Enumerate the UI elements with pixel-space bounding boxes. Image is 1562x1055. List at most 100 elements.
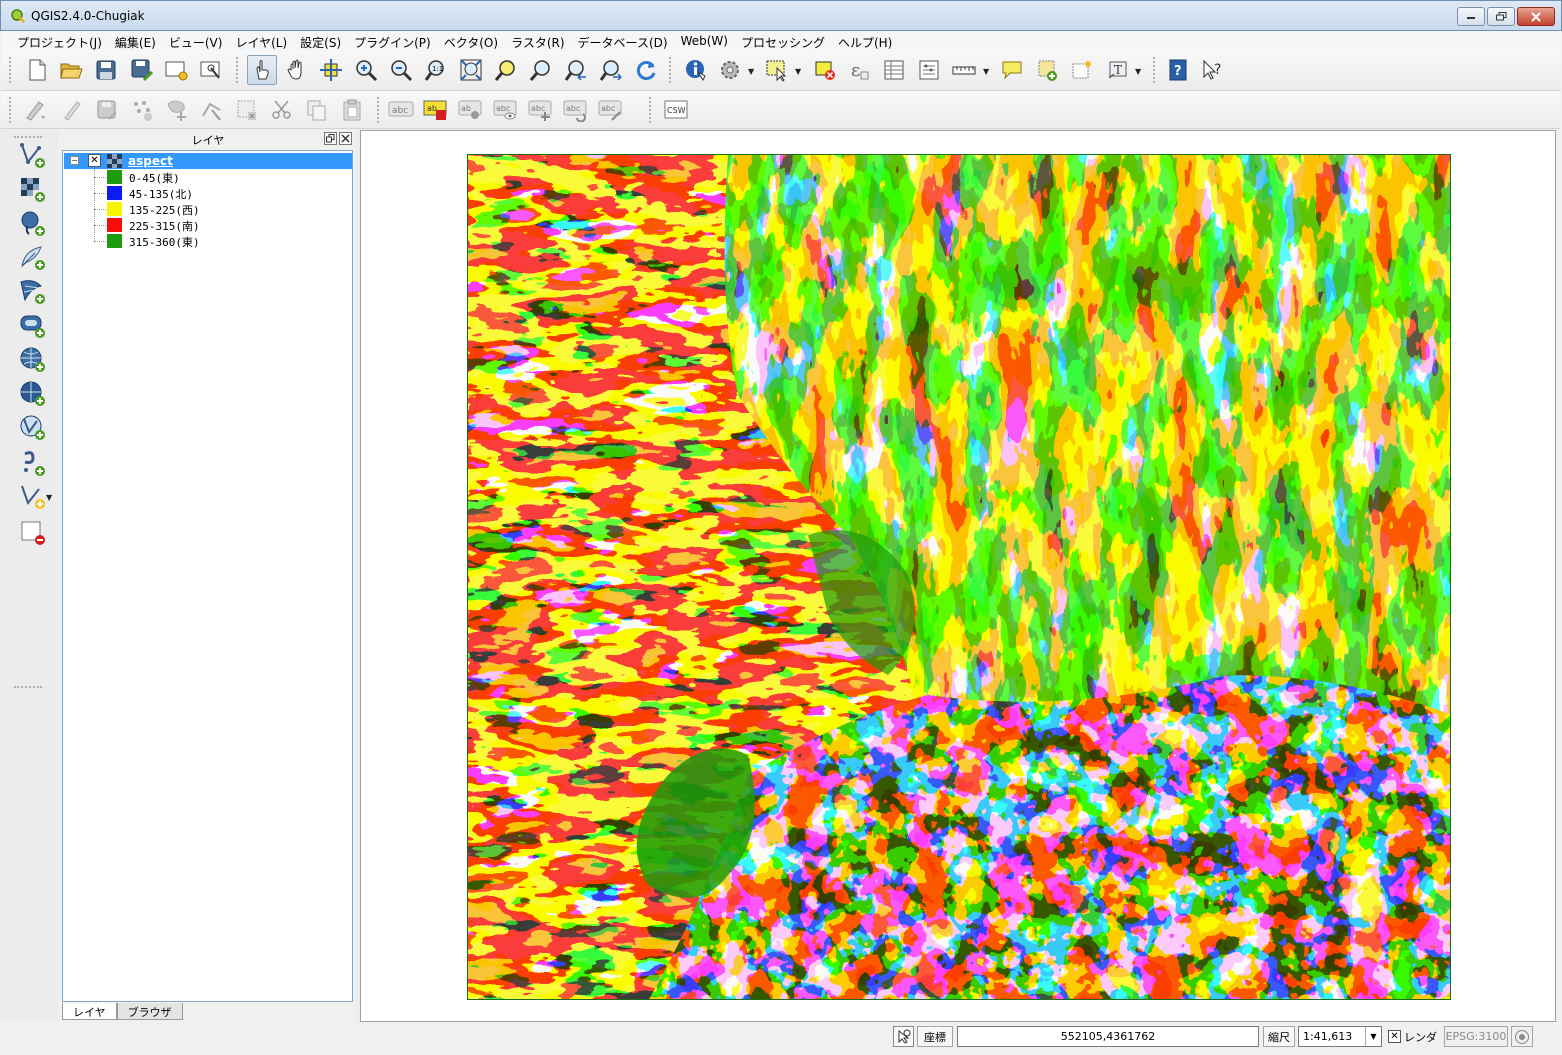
- menu-project[interactable]: プロジェクト(J): [11, 31, 109, 51]
- current-edits-button[interactable]: [21, 95, 51, 125]
- layer-tree[interactable]: − ✕ aspect 0-45(東) 45-135(北) 135-225(西): [62, 150, 353, 1002]
- render-toggle[interactable]: ✕ レンダ: [1388, 1026, 1440, 1047]
- layer-visibility-checkbox[interactable]: ✕: [88, 154, 101, 167]
- coordinate-field[interactable]: 552105,4361762: [957, 1026, 1259, 1047]
- highlight-pinned-labels-button[interactable]: ab: [421, 95, 451, 125]
- menu-raster[interactable]: ラスタ(R): [505, 31, 571, 51]
- crs-status-button[interactable]: EPSG:3100: [1444, 1026, 1508, 1047]
- render-checkbox[interactable]: ✕: [1388, 1030, 1401, 1043]
- new-project-button[interactable]: [22, 55, 52, 85]
- save-project-button[interactable]: [91, 55, 121, 85]
- pan-to-selection-button[interactable]: [316, 55, 346, 85]
- zoom-full-button[interactable]: [456, 55, 486, 85]
- zoom-to-selection-button[interactable]: [491, 55, 521, 85]
- metasearch-csw-button[interactable]: CSW: [661, 95, 691, 125]
- toolbar-grip[interactable]: [377, 97, 380, 123]
- zoom-last-button[interactable]: [561, 55, 591, 85]
- menu-settings[interactable]: 設定(S): [294, 31, 348, 51]
- maximize-button[interactable]: [1487, 7, 1515, 26]
- save-layer-edits-button[interactable]: [92, 95, 122, 125]
- toolbar-grip[interactable]: [14, 136, 42, 139]
- add-vector-layer-button[interactable]: [18, 141, 48, 171]
- show-bookmarks-button[interactable]: [1066, 55, 1096, 85]
- text-annotation-button[interactable]: T: [1103, 55, 1133, 85]
- deselect-features-button[interactable]: [810, 55, 840, 85]
- zoom-to-layer-button[interactable]: [526, 55, 556, 85]
- zoom-next-button[interactable]: [596, 55, 626, 85]
- collapse-toggle[interactable]: −: [70, 156, 79, 165]
- add-oracle-layer-button[interactable]: [18, 311, 48, 341]
- add-wcs-layer-button[interactable]: [18, 379, 48, 409]
- toolbar-grip[interactable]: [9, 97, 12, 123]
- toggle-editing-button[interactable]: [57, 95, 87, 125]
- help-contents-button[interactable]: ?: [1163, 55, 1193, 85]
- copy-features-button[interactable]: [302, 95, 332, 125]
- layer-row-aspect[interactable]: − ✕ aspect: [64, 153, 352, 169]
- pan-map-button[interactable]: [282, 55, 312, 85]
- zoom-out-button[interactable]: [386, 55, 416, 85]
- move-feature-button[interactable]: [162, 95, 192, 125]
- tab-browser[interactable]: ブラウザ: [116, 1003, 183, 1020]
- menu-processing[interactable]: プロセッシング: [735, 31, 832, 51]
- save-as-button[interactable]: [127, 55, 157, 85]
- float-panel-button[interactable]: [324, 132, 337, 145]
- new-print-composer-button[interactable]: [161, 55, 191, 85]
- toolbar-grip[interactable]: [236, 57, 239, 83]
- chevron-down-icon[interactable]: ▼: [1135, 67, 1141, 76]
- action-button[interactable]: [715, 55, 745, 85]
- cut-features-button[interactable]: [267, 95, 297, 125]
- menu-database[interactable]: データベース(D): [572, 31, 675, 51]
- add-wms-layer-button[interactable]: [18, 345, 48, 375]
- remove-layer-button[interactable]: [18, 518, 48, 548]
- scale-combo[interactable]: 1:41,613 ▼: [1298, 1026, 1382, 1047]
- menu-view[interactable]: ビュー(V): [163, 31, 230, 51]
- close-button[interactable]: [1517, 7, 1555, 26]
- zoom-in-button[interactable]: [351, 55, 381, 85]
- coordinate-capture-toggle[interactable]: [893, 1026, 914, 1047]
- identify-features-button[interactable]: [681, 55, 711, 85]
- toolbar-grip[interactable]: [9, 57, 12, 83]
- messages-button[interactable]: [1511, 1026, 1533, 1047]
- select-features-button[interactable]: [762, 55, 792, 85]
- menu-web[interactable]: Web(W): [675, 31, 735, 51]
- paste-features-button[interactable]: [337, 95, 367, 125]
- change-label-button[interactable]: abc: [596, 95, 626, 125]
- open-project-button[interactable]: [56, 55, 86, 85]
- zoom-native-resolution-button[interactable]: 1:1: [421, 55, 451, 85]
- toolbar-grip[interactable]: [1153, 57, 1156, 83]
- layer-labeling-button[interactable]: abc: [386, 95, 416, 125]
- measure-line-button[interactable]: [949, 55, 979, 85]
- add-delimited-text-layer-button[interactable]: [18, 449, 48, 479]
- menu-help[interactable]: ヘルプ(H): [832, 31, 899, 51]
- menu-vector[interactable]: ベクタ(O): [438, 31, 505, 51]
- chevron-down-icon[interactable]: ▼: [748, 67, 754, 76]
- layer-name[interactable]: aspect: [128, 154, 173, 168]
- refresh-button[interactable]: [631, 55, 661, 85]
- show-hide-labels-button[interactable]: abc: [491, 95, 521, 125]
- add-postgis-layer-button[interactable]: [18, 209, 48, 239]
- pin-unpin-labels-button[interactable]: ab: [456, 95, 486, 125]
- touch-zoom-pan-button[interactable]: [247, 55, 277, 85]
- toolbar-grip[interactable]: [669, 57, 672, 83]
- add-feature-button[interactable]: [127, 95, 157, 125]
- statistical-summary-button[interactable]: [914, 55, 944, 85]
- add-mssql-layer-button[interactable]: [18, 277, 48, 307]
- chevron-down-icon[interactable]: ▼: [46, 493, 52, 502]
- tab-layers[interactable]: レイヤ: [62, 1003, 117, 1020]
- add-spatialite-layer-button[interactable]: [18, 243, 48, 273]
- composer-manager-button[interactable]: [196, 55, 226, 85]
- toolbar-grip[interactable]: [649, 97, 652, 123]
- add-raster-layer-button[interactable]: [18, 175, 48, 205]
- node-tool-button[interactable]: [197, 95, 227, 125]
- new-bookmark-button[interactable]: [1032, 55, 1062, 85]
- menu-layer[interactable]: レイヤ(L): [229, 31, 294, 51]
- rotate-label-button[interactable]: abc: [561, 95, 591, 125]
- add-wfs-layer-button[interactable]: [18, 413, 48, 443]
- chevron-down-icon[interactable]: ▼: [795, 67, 801, 76]
- menu-plugins[interactable]: プラグイン(P): [348, 31, 438, 51]
- map-tips-button[interactable]: [997, 55, 1027, 85]
- minimize-button[interactable]: [1457, 7, 1485, 26]
- field-calculator-button[interactable]: ε: [844, 55, 874, 85]
- chevron-down-icon[interactable]: ▼: [983, 67, 989, 76]
- map-canvas[interactable]: [360, 130, 1556, 1022]
